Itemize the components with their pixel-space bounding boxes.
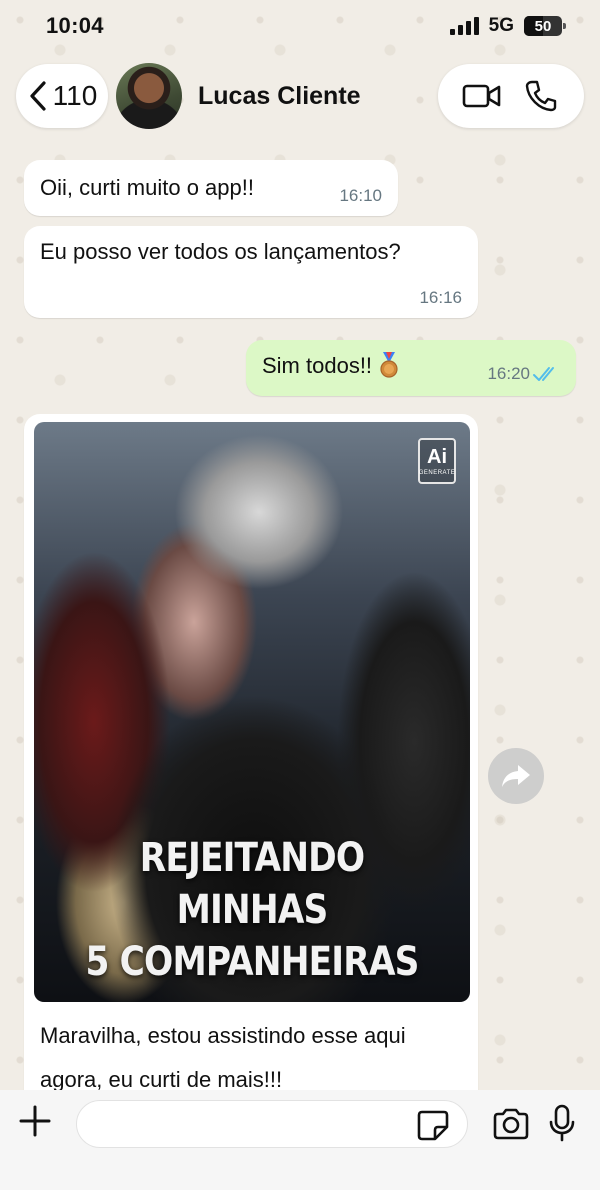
network-label: 5G xyxy=(488,15,514,36)
message-text: Eu posso ver todos os lançamentos? xyxy=(40,239,401,264)
signal-icon xyxy=(449,17,479,35)
message-text: Sim todos!! xyxy=(262,353,373,378)
composer-bar xyxy=(0,1090,600,1190)
plus-icon[interactable] xyxy=(18,1104,52,1138)
medal-icon xyxy=(380,352,398,378)
forward-icon xyxy=(502,765,530,787)
poster-title-line: 5 COMPANHEIRAS xyxy=(85,939,419,985)
message-bubble-outgoing[interactable]: Sim todos!! 16:20 xyxy=(246,340,576,396)
status-time: 10:04 xyxy=(46,13,104,38)
status-indicators: 5G 50 xyxy=(449,15,566,37)
message-bubble-incoming[interactable]: Oii, curti muito o app!! 16:10 xyxy=(24,160,398,216)
poster-title-line: REJEITANDO MINHAS xyxy=(139,835,365,933)
badge-text: Ai xyxy=(427,445,447,468)
ai-generate-badge: Ai GENERATE xyxy=(418,438,456,484)
message-text-wrap: Sim todos!! xyxy=(262,350,400,382)
message-input[interactable] xyxy=(76,1100,468,1148)
status-bar: 10:04 5G 50 xyxy=(0,0,600,52)
mic-icon[interactable] xyxy=(548,1104,576,1142)
media-image[interactable]: Ai GENERATE REJEITANDO MINHAS 5 COMPANHE… xyxy=(34,422,470,1002)
avatar[interactable] xyxy=(116,63,182,129)
back-chevron-icon xyxy=(30,81,46,111)
forward-button[interactable] xyxy=(488,748,544,804)
message-text: Oii, curti muito o app!! xyxy=(40,175,254,200)
message-bubble-incoming[interactable]: Eu posso ver todos os lançamentos? 16:16 xyxy=(24,226,478,318)
camera-icon[interactable] xyxy=(492,1108,530,1140)
sticker-icon[interactable] xyxy=(416,1109,450,1141)
video-call-icon[interactable] xyxy=(462,79,502,113)
battery-level: 50 xyxy=(534,17,552,35)
contact-name[interactable]: Lucas Cliente xyxy=(198,82,438,111)
message-time: 16:20 xyxy=(487,364,530,383)
message-text: Maravilha, estou assistindo esse aqui ag… xyxy=(40,1023,406,1092)
badge-subtext: GENERATE xyxy=(418,469,456,476)
message-bubble-media[interactable]: Ai GENERATE REJEITANDO MINHAS 5 COMPANHE… xyxy=(24,414,478,1104)
battery-icon: 50 xyxy=(524,16,566,36)
unread-count: 110 xyxy=(52,80,98,111)
message-time: 16:10 xyxy=(339,186,382,205)
back-button[interactable]: 110 xyxy=(16,64,108,128)
call-actions xyxy=(438,64,584,128)
message-time: 16:16 xyxy=(419,288,462,307)
double-check-icon xyxy=(533,367,554,381)
chat-header: 110 Lucas Cliente xyxy=(0,60,600,132)
poster-title: REJEITANDO MINHAS 5 COMPANHEIRAS xyxy=(65,832,440,988)
phone-icon[interactable] xyxy=(521,79,561,113)
